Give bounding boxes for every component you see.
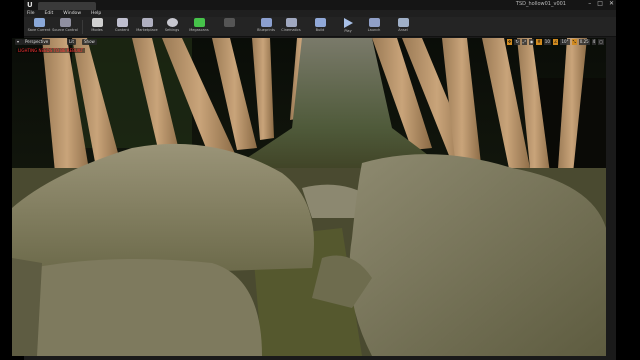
disabled-tool-button[interactable] [216,18,242,35]
content-icon [116,18,128,27]
camera-speed-icon[interactable]: 4 [591,39,597,45]
toolbar-divider [82,20,83,34]
blueprints-icon [260,18,272,27]
megascans-icon [193,18,205,27]
scale-snap-icon[interactable]: ⤡ [571,39,577,45]
world-space-icon[interactable]: ◉ [528,39,535,45]
build-button[interactable]: Build [307,18,333,35]
maximize-button[interactable]: □ [597,0,603,7]
save-icon [33,18,45,27]
project-name: TSD_hollow01_v001 [515,1,566,7]
blueprints-button[interactable]: Blueprints [253,18,279,35]
source-control-button[interactable]: Source Control [52,18,78,35]
rotation-snap-value[interactable]: 10° [560,39,570,45]
ansel-icon [397,18,409,27]
blank-icon [223,18,235,27]
content-button[interactable]: Content [109,18,135,35]
modes-icon [91,18,103,27]
scale-snap-value[interactable]: 0.25 [578,39,590,45]
build-icon [314,18,326,27]
maximize-viewport-icon[interactable]: ▢ [598,39,604,45]
menu-file[interactable]: File [27,10,35,17]
source-control-icon [59,18,71,27]
perspective-button[interactable]: Perspective [23,39,51,45]
lit-button[interactable]: Lit [67,39,76,45]
marketplace-icon [141,18,153,27]
show-button[interactable]: Show [82,39,97,45]
launch-button[interactable]: Launch [361,18,387,35]
grid-snap-icon[interactable]: # [536,39,542,45]
translate-tool-icon[interactable]: ✥ [507,39,513,45]
play-button[interactable]: Play [335,18,361,35]
cinematics-button[interactable]: Cinematics [278,18,304,35]
menu-edit[interactable]: Edit [45,10,54,17]
close-button[interactable]: ✕ [609,0,614,7]
save-current-button[interactable]: Save Current [26,18,52,35]
minimize-button[interactable]: – [588,0,591,7]
scale-tool-icon[interactable]: ⤢ [521,39,527,45]
viewport-menu-button[interactable]: ▾ [15,39,23,45]
play-icon [343,18,353,28]
cinematics-icon [285,18,297,27]
unreal-logo-icon[interactable]: U [27,1,33,9]
level-tab[interactable] [38,2,96,10]
launch-icon [368,18,380,27]
rotate-tool-icon[interactable]: ↻ [514,39,520,45]
grid-snap-value[interactable]: 10 [543,39,551,45]
settings-icon [166,18,178,27]
level-viewport[interactable]: ▾ Perspective Lit Show ✥ ↻ ⤢ ◉ # 10 ∠ 10… [12,38,606,356]
lighting-warning: LIGHTING NEEDS TO BE REBUILT [16,48,86,53]
menu-bar: File Edit Window Help [24,10,616,17]
modes-button[interactable]: Modes [84,18,110,35]
megascans-button[interactable]: Megascans [186,18,212,35]
menu-help[interactable]: Help [91,10,101,17]
viewport-toolbar: ▾ Perspective Lit Show ✥ ↻ ⤢ ◉ # 10 ∠ 10… [12,38,606,47]
snap-controls: ✥ ↻ ⤢ ◉ # 10 ∠ 10° ⤡ 0.25 4 ▢ [507,39,604,45]
marketplace-button[interactable]: Marketplace [134,18,160,35]
main-toolbar: Save Current Source Control Modes Conten… [24,17,616,37]
scene-render [12,38,606,356]
ansel-button[interactable]: Ansel [390,18,416,35]
menu-window[interactable]: Window [63,10,81,17]
settings-button[interactable]: Settings [159,18,185,35]
title-bar: U TSD_hollow01_v001 – □ ✕ [24,0,616,10]
rotation-snap-icon[interactable]: ∠ [552,39,559,45]
